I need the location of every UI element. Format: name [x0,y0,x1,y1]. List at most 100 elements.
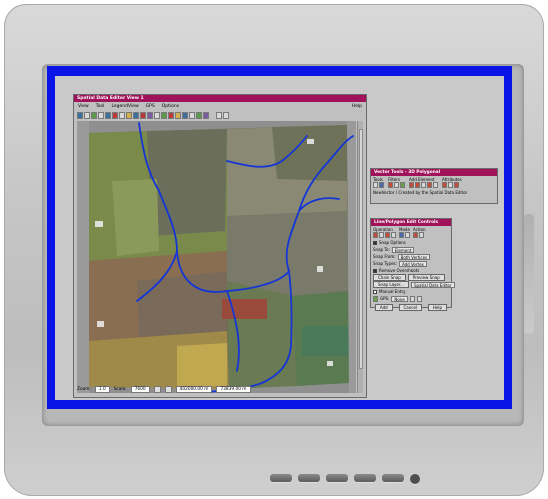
snap-from-label: Snap From: [373,254,396,259]
zoom-field[interactable]: 1.0 [94,386,110,393]
attributes-group: Attributes [442,177,462,188]
gps-label: GPS: [380,296,390,301]
action-button[interactable] [413,232,418,238]
toolbar-button[interactable] [203,111,209,119]
monitor-screen: Spatial Data Editor View 1 View Tool Leg… [47,66,512,409]
toolbar-button[interactable] [189,111,195,119]
toolbar-button[interactable] [98,111,104,119]
remove-overshoots-checkbox[interactable] [373,268,377,273]
toolbar-button[interactable] [112,111,118,119]
toolbar-button[interactable] [84,111,90,119]
toolbar-button[interactable] [196,111,202,119]
tool-button[interactable] [379,182,384,188]
toolbar-button[interactable] [161,111,167,119]
toolbar-button[interactable] [216,111,222,119]
desktop: Spatial Data Editor View 1 View Tool Leg… [55,76,504,400]
monitor-button-5[interactable] [382,474,404,482]
menu-gps[interactable]: GPS [146,104,155,109]
snap-types-row: Snap Types: Add Vertex [373,260,449,267]
tool-button[interactable] [373,182,378,188]
scale-decrease-button[interactable] [153,386,161,393]
monitor-button-4[interactable] [354,474,376,482]
toolbar-button[interactable] [154,111,160,119]
menu-tool[interactable]: Tool [96,104,105,109]
toolbar-button[interactable] [147,111,153,119]
operation-button[interactable] [385,232,390,238]
vector-tools-title: Vector Tools - 3D Polygonal [374,170,441,175]
operation-button[interactable] [391,232,396,238]
toolbar-button[interactable] [140,111,146,119]
manual-entry-checkbox[interactable] [373,289,377,294]
filter-button[interactable] [388,182,393,188]
toolbar-button[interactable] [133,111,139,119]
vector-tools-titlebar[interactable]: Vector Tools - 3D Polygonal [371,169,497,176]
gps-option-button[interactable] [409,295,415,302]
operation-button[interactable] [379,232,384,238]
x-coordinate: 402000.00 m [175,386,213,393]
add-element-button[interactable] [409,182,414,188]
add-element-button[interactable] [421,182,426,188]
attribute-button[interactable] [448,182,453,188]
controls-button-row: Add Cancel Help [373,304,449,311]
preview-snap-button[interactable]: Preview Snap [407,274,445,281]
monitor-button-2[interactable] [298,474,320,482]
line-polygon-controls-window: Line/Polygon Edit Controls Operation Mod… [370,218,455,311]
monitor-button-1[interactable] [270,474,292,482]
menu-legendview[interactable]: LegendView [111,104,138,109]
snap-to-dropdown[interactable]: Element [391,246,415,253]
gps-option-button[interactable] [416,295,422,302]
scale-label: Scale: [113,387,127,392]
power-button[interactable] [410,474,420,484]
controls-titlebar[interactable]: Line/Polygon Edit Controls [371,219,451,226]
map-view[interactable] [77,121,356,393]
toolbar-button[interactable] [91,111,97,119]
add-element-button[interactable] [427,182,432,188]
toolbar-button[interactable] [119,111,125,119]
scale-field[interactable]: 7600 [130,386,150,393]
menu-view[interactable]: View [78,104,89,109]
toolbar-button[interactable] [175,111,181,119]
toolbar-button[interactable] [168,111,174,119]
window-titlebar[interactable]: Spatial Data Editor View 1 [74,95,366,102]
toolbar-button[interactable] [223,111,229,119]
snap-to-row: Snap To: Element [373,246,449,253]
vertical-scrollbar[interactable] [357,121,363,393]
snap-layer-button[interactable]: Snap Layer... [373,281,409,288]
chain-snap-button[interactable]: Chain Snap [373,274,406,281]
filter-button[interactable] [400,182,405,188]
gps-dropdown[interactable]: None [391,295,408,302]
snap-types-dropdown[interactable]: Add Vertex [398,260,427,267]
scale-increase-button[interactable] [164,386,172,393]
snap-layer-field[interactable]: Spatial Data Editor [410,281,455,288]
toolbar-button[interactable] [77,111,83,119]
vector-tools-window: Vector Tools - 3D Polygonal Tools Filter… [370,168,498,204]
toolbar-button[interactable] [105,111,111,119]
snap-from-dropdown[interactable]: Both Vertices [397,253,431,260]
vector-tools-status: NewVector / Created by the Spatial Data … [373,190,468,195]
menu-bar: View Tool LegendView GPS Options Help [74,102,366,110]
snap-options-checkbox[interactable] [373,240,377,245]
snap-options-label: Snap Options [379,240,406,245]
filter-button[interactable] [394,182,399,188]
menu-help[interactable]: Help [352,104,362,109]
add-element-group: Add Element [409,177,438,188]
action-button[interactable] [419,232,424,238]
mode-button[interactable] [399,232,404,238]
attribute-button[interactable] [442,182,447,188]
mode-button[interactable] [405,232,410,238]
attribute-button[interactable] [454,182,459,188]
scrollbar-thumb[interactable] [359,129,363,369]
menu-options[interactable]: Options [162,104,179,109]
add-element-button[interactable] [415,182,420,188]
operation-button[interactable] [373,232,378,238]
add-element-button[interactable] [433,182,438,188]
cancel-button[interactable]: Cancel [398,304,423,311]
toolbar-button[interactable] [126,111,132,119]
filters-group: Filters [388,177,405,188]
help-button[interactable]: Help [427,304,448,311]
status-bar: Zoom: 1.0 Scale: 7600 402000.00 m 73839.… [77,385,363,394]
toolbar-button[interactable] [182,111,188,119]
add-button[interactable]: Add [374,304,393,311]
zoom-label: Zoom: [77,387,91,392]
monitor-button-3[interactable] [326,474,348,482]
